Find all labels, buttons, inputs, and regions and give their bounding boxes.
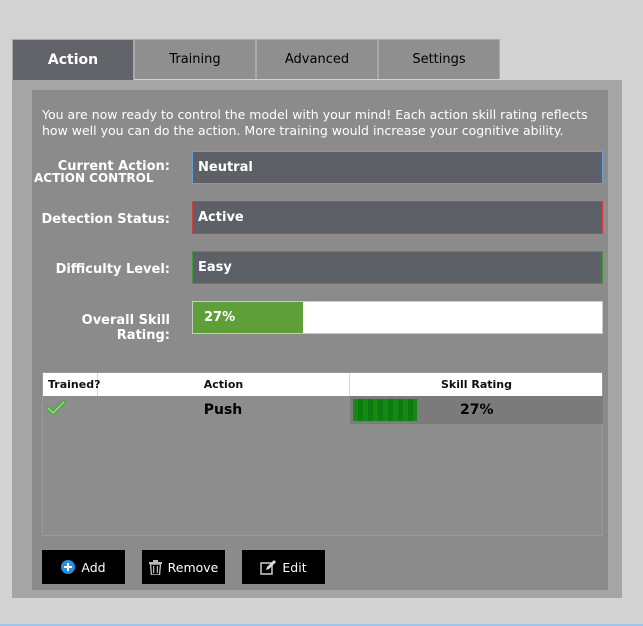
remove-button-label: Remove <box>167 559 219 575</box>
plus-circle-icon <box>61 560 76 574</box>
difficulty-level-label: Difficulty Level: <box>55 262 170 277</box>
section-description: You are now ready to control the model w… <box>42 107 588 138</box>
detection-status-field: Active <box>192 201 603 234</box>
edit-icon <box>260 559 277 575</box>
current-action-field: Neutral <box>192 151 603 184</box>
edit-button-label: Edit <box>282 559 307 575</box>
overall-skill-label: Overall Skill Rating: <box>81 313 170 343</box>
tab-settings[interactable]: Settings <box>378 39 500 79</box>
header-skill-rating[interactable]: Skill Rating <box>350 373 603 396</box>
remove-button[interactable]: Remove <box>142 550 225 584</box>
header-trained[interactable]: Trained? <box>43 373 100 396</box>
add-button-label: Add <box>81 559 106 575</box>
row-skill-bar-fill <box>353 399 417 421</box>
table-row[interactable]: Push 27% <box>43 396 603 424</box>
trash-icon <box>148 559 162 575</box>
row-action-name: Push <box>203 402 243 418</box>
overall-skill-value: 27% <box>204 310 236 325</box>
edit-button[interactable]: Edit <box>242 550 325 584</box>
row-skill-bar <box>353 399 417 421</box>
table-header: Trained? Action Skill Rating <box>43 373 602 396</box>
checkmark-icon <box>46 400 66 415</box>
current-action-label: Current Action: <box>57 159 170 174</box>
add-button[interactable]: Add <box>42 550 125 584</box>
tab-action[interactable]: Action <box>12 39 134 80</box>
tab-advanced[interactable]: Advanced <box>256 39 378 79</box>
row-skill-value: 27% <box>460 402 494 418</box>
header-action[interactable]: Action <box>98 373 350 396</box>
tab-training[interactable]: Training <box>134 39 256 79</box>
action-skill-table: Trained? Action Skill Rating Push 27% <box>42 372 603 536</box>
difficulty-level-field: Easy <box>192 251 603 284</box>
overall-skill-progress: 27% <box>192 301 603 334</box>
detection-status-label: Detection Status: <box>41 212 170 227</box>
